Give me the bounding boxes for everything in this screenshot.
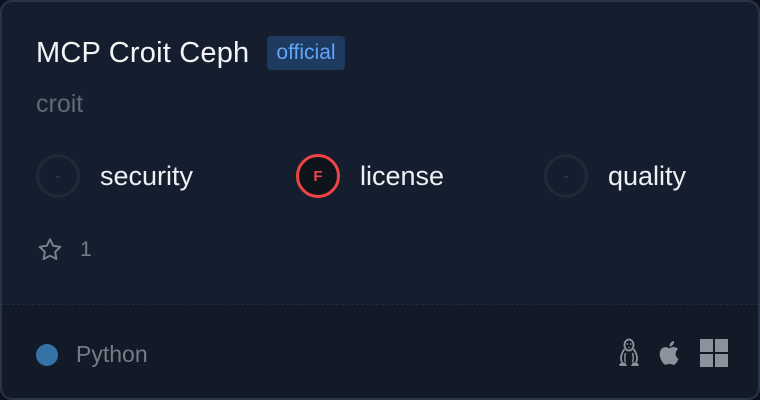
official-badge: official (267, 36, 345, 70)
language-name: Python (76, 341, 148, 367)
apple-icon (659, 341, 679, 365)
quality-grade-circle: - (544, 154, 588, 198)
score-row: - security F license - quality (36, 154, 736, 204)
quality-score[interactable]: - quality (544, 154, 686, 198)
windows-icon (700, 339, 728, 367)
platform-icons (600, 338, 728, 368)
quality-label: quality (608, 160, 687, 191)
card-footer: Python (2, 304, 758, 398)
language-color-dot (36, 343, 58, 366)
license-label: license (360, 160, 445, 191)
star-icon (38, 238, 62, 260)
title-row: MCP Croit Ceph official (36, 36, 345, 70)
security-label: security (100, 160, 194, 191)
security-score[interactable]: - security (36, 154, 193, 198)
author-name[interactable]: croit (36, 90, 83, 119)
server-card[interactable]: MCP Croit Ceph official croit - security… (0, 0, 760, 400)
security-grade-circle: - (36, 154, 80, 198)
language-indicator: Python (36, 341, 148, 368)
license-score[interactable]: F license (296, 154, 444, 198)
star-count: 1 (80, 238, 92, 261)
server-title[interactable]: MCP Croit Ceph (36, 37, 249, 70)
stars[interactable]: 1 (36, 236, 92, 264)
license-grade-circle: F (296, 154, 340, 198)
linux-icon (619, 338, 639, 366)
